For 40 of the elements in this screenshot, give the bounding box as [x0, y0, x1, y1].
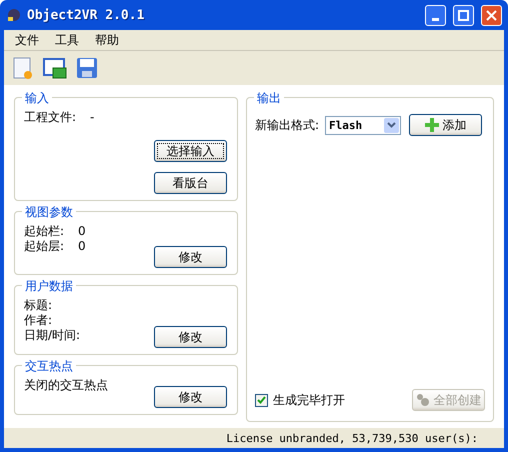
menu-item[interactable]: 文件 [7, 32, 47, 48]
close-button[interactable] [481, 4, 502, 26]
maximize-button[interactable] [453, 4, 474, 26]
field-value: - [90, 110, 94, 125]
field-label: 起始层: [24, 239, 64, 254]
group-title: 视图参数 [22, 204, 76, 221]
format-select[interactable]: Flash [325, 116, 402, 134]
add-button[interactable]: 添加 [409, 114, 482, 136]
format-label: 新输出格式: [255, 118, 320, 132]
action-button[interactable]: 看版台 [154, 172, 227, 194]
menu-item[interactable]: 帮助 [87, 32, 127, 48]
group-title: 输入 [22, 90, 52, 107]
field-label: 标题: [24, 298, 52, 313]
menu-item[interactable]: 工具 [47, 32, 87, 48]
maximize-icon [458, 10, 469, 20]
action-button[interactable]: 修改 [154, 326, 227, 348]
status-bar-text: License unbranded, 53,739,530 user(s): [225, 430, 479, 446]
new-document-icon[interactable] [13, 57, 33, 79]
action-button[interactable]: 选择输入 [154, 140, 227, 162]
group-title: 交互热点 [22, 358, 76, 375]
field-value: 0 [78, 224, 86, 239]
field-label: 日期/时间: [24, 328, 80, 343]
app-logo-icon [6, 7, 22, 23]
action-button[interactable]: 修改 [154, 246, 227, 268]
open-window-icon[interactable] [43, 57, 67, 79]
field-value: 0 [78, 239, 86, 254]
field-label: 关闭的交互热点 [24, 378, 108, 393]
field-label: 工程文件: [24, 110, 76, 125]
action-button[interactable]: 修改 [154, 386, 227, 408]
group-title: 用户数据 [22, 278, 76, 295]
close-icon [486, 10, 497, 20]
check-icon [257, 396, 266, 404]
group-title: 输出 [254, 90, 284, 107]
plus-icon [424, 118, 439, 132]
field-label: 起始栏: [24, 224, 64, 239]
minimize-button[interactable] [425, 4, 446, 26]
minimize-icon [432, 18, 439, 20]
field-label: 作者: [24, 313, 52, 328]
window-title: Object2VR 2.0.1 [27, 8, 146, 22]
open-when-done-checkbox[interactable]: 生成完毕打开 [255, 392, 345, 408]
